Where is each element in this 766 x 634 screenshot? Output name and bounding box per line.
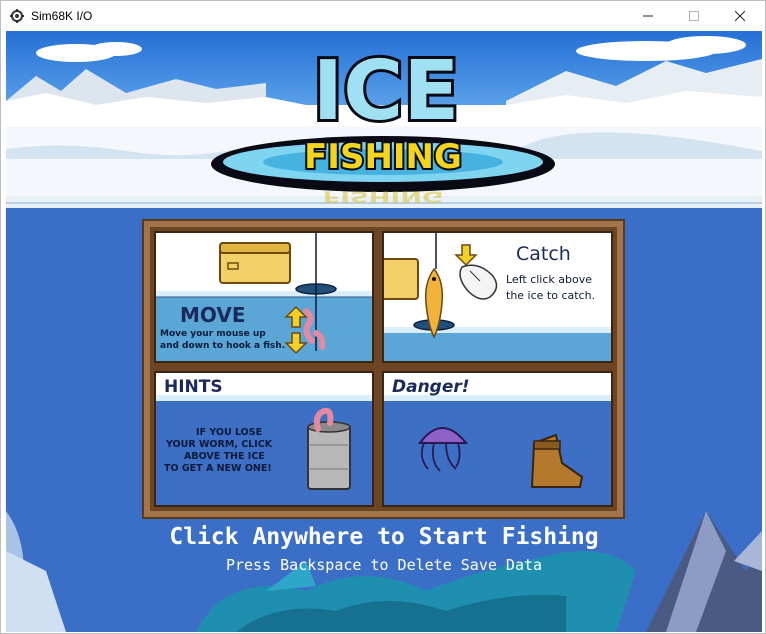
gear-icon [9,8,25,24]
move-title: MOVE [180,303,246,327]
app-window: Sim68K I/O ICE FISHING FISHING MOVE Move… [0,0,766,634]
window-title: Sim68K I/O [31,9,93,23]
hints-title: HINTS [164,377,223,397]
catch-text-line2: the ice to catch. [506,289,596,302]
boot-icon [530,433,584,488]
minimize-button[interactable] [625,1,671,31]
game-canvas[interactable]: ICE FISHING FISHING MOVE Move your mouse… [6,31,762,632]
hints-text-line4: TO GET A NEW ONE! [164,463,272,474]
jellyfish-icon [418,427,469,472]
delete-save-prompt: Press Backspace to Delete Save Data [225,556,543,574]
svg-text:FISHING: FISHING [323,187,444,205]
catch-text-line1: Left click above [506,273,592,286]
title-bar[interactable]: Sim68K I/O [1,1,765,31]
move-text-line2: and down to hook a fish. [160,341,286,351]
instructions-board-inner: MOVE Move your mouse up and down to hook… [150,227,617,511]
svg-text:FISHING: FISHING [304,137,462,177]
hints-text-line2: YOUR WORM, CLICK [166,439,273,450]
down-arrow-icon [454,244,478,267]
instructions-board: MOVE Move your mouse up and down to hook… [142,219,625,519]
logo-fishing: FISHING FISHING [211,135,555,205]
hints-text-line1: IF YOU LOSE [196,427,263,438]
panel-catch: Catch Left click above the ice to catch. [382,231,613,363]
maximize-button[interactable] [671,1,717,31]
danger-title: Danger! [392,377,470,397]
move-text-line1: Move your mouse up [160,329,266,339]
start-prompt[interactable]: Click Anywhere to Start Fishing [6,524,762,550]
maximize-icon [689,11,699,21]
close-button[interactable] [717,1,763,31]
catch-title: Catch [516,243,571,265]
panel-hints: HINTS IF YOU LOSE YOUR WORM, CLICK ABOVE… [154,371,374,507]
panel-move: MOVE Move your mouse up and down to hook… [154,231,374,363]
mouse-icon [459,264,498,300]
close-icon [735,11,745,21]
minimize-icon [643,15,653,17]
hints-text-line3: ABOVE THE ICE [184,451,265,462]
panel-danger: Danger! [382,371,613,507]
